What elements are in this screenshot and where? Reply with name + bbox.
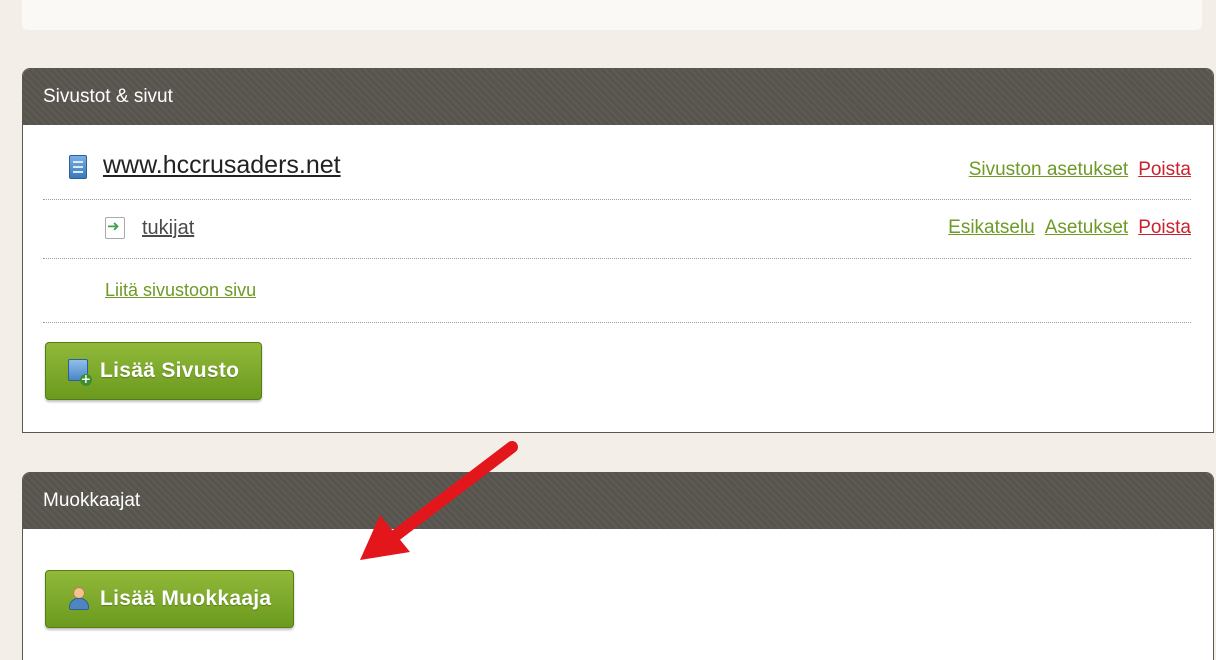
page-preview-link[interactable]: Esikatselu — [948, 217, 1035, 238]
editors-panel-title: Muokkaajat — [23, 473, 1213, 529]
site-row: www.hccrusaders.net Sivuston asetukset Po… — [43, 145, 1191, 200]
add-editor-button[interactable]: Lisää Muokkaaja — [45, 570, 295, 628]
top-card — [22, 0, 1202, 30]
page-actions: Esikatselu Asetukset Poista — [938, 217, 1191, 239]
add-site-label: Lisää Sivusto — [100, 359, 240, 382]
attach-page-link[interactable]: Liitä sivustoon sivu — [105, 280, 256, 301]
sites-panel-title: Sivustot & sivut — [23, 69, 1213, 125]
site-name-link[interactable]: www.hccrusaders.net — [103, 151, 341, 180]
add-site-icon — [68, 359, 92, 386]
page-settings-link[interactable]: Asetukset — [1045, 217, 1128, 238]
site-delete-link[interactable]: Poista — [1138, 159, 1191, 180]
site-actions: Sivuston asetukset Poista — [959, 159, 1191, 181]
attach-page-row: Liitä sivustoon sivu — [43, 258, 1191, 323]
page-row: tukijat Esikatselu Asetukset Poista — [43, 199, 1191, 259]
add-site-button[interactable]: Lisää Sivusto — [45, 342, 263, 400]
page-arrow-icon — [105, 217, 125, 239]
site-settings-link[interactable]: Sivuston asetukset — [969, 159, 1128, 180]
editors-panel: Muokkaajat Lisää Muokkaaja — [22, 472, 1214, 660]
add-user-icon — [68, 587, 89, 610]
page-name-link[interactable]: tukijat — [142, 217, 194, 240]
sites-panel: Sivustot & sivut www.hccrusaders.net Siv… — [22, 68, 1214, 433]
site-book-icon — [69, 155, 87, 179]
add-editor-label: Lisää Muokkaaja — [100, 587, 272, 610]
page-delete-link[interactable]: Poista — [1138, 217, 1191, 238]
